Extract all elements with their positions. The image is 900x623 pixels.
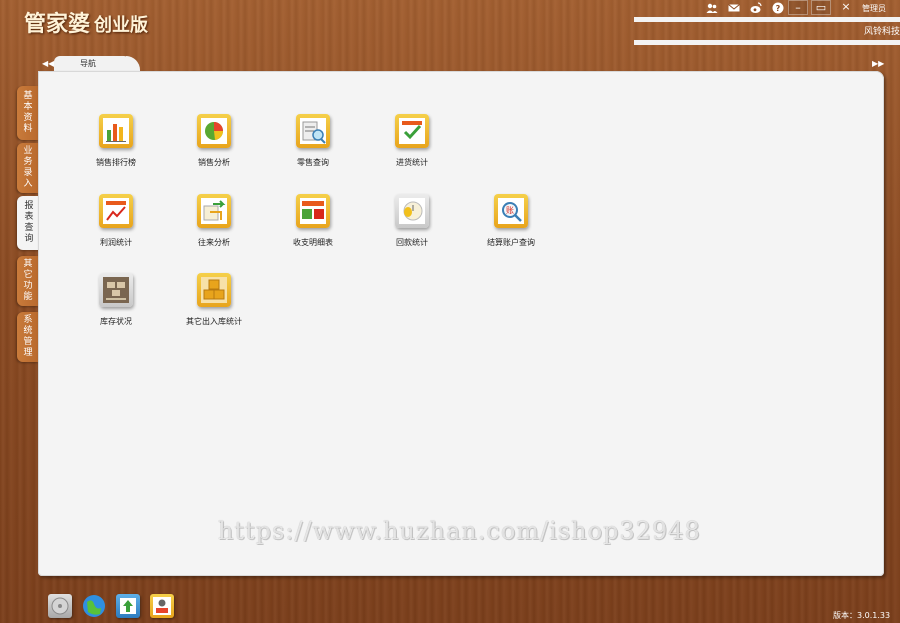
tab-navigation[interactable]: 导航 [54,56,140,72]
grid-item-label: 结算账户查询 [487,238,535,247]
header-strip-bottom [634,40,900,45]
grid-item-payment-stats[interactable]: 回款统计 [362,194,462,248]
user-label: 管理员 [862,4,886,13]
users-icon[interactable] [706,2,718,14]
close-button[interactable]: × [836,0,856,15]
company-name: 风铃科技 [864,27,900,37]
grid-item-label: 零售查询 [297,158,329,167]
pie-chart-icon [197,114,231,148]
grid-item-label: 利润统计 [100,238,132,247]
ledger-icon [296,194,330,228]
bar-chart-icon [99,114,133,148]
checklist-icon [395,114,429,148]
upload-icon[interactable] [116,594,140,618]
side-tab-system-management[interactable]: 系统管理 [17,312,39,362]
grid-item-other-inout-stats[interactable]: 其它出入库统计 [164,273,264,327]
receipt-search-icon [296,114,330,148]
side-tab-other-functions[interactable]: 其它功能 [17,256,39,306]
transfer-icon [197,194,231,228]
grid-item-label: 库存状况 [100,317,132,326]
header-toolbar: ? [706,0,784,16]
side-tab-basic-data[interactable]: 基本资料 [17,86,39,140]
grid-item-account-query[interactable]: 账 结算账户查询 [461,194,561,248]
grid-item-transaction-analysis[interactable]: 往来分析 [164,194,264,248]
grid-item-label: 往来分析 [198,238,230,247]
side-tab-business-entry[interactable]: 业务录入 [17,143,39,193]
grid-item-retail-query[interactable]: 零售查询 [263,114,363,168]
grid-item-income-expense[interactable]: 收支明细表 [263,194,363,248]
mail-icon[interactable] [728,2,740,14]
tab-prev-icon[interactable]: ◀◀ [42,59,54,68]
grid-item-purchase-stats[interactable]: 进货统计 [362,114,462,168]
globe-icon[interactable] [82,594,106,618]
restore-button[interactable]: ▭ [811,0,831,15]
account-search-icon: 账 [494,194,528,228]
app-title: 管家婆 创业版 [24,6,148,38]
header-strip-top [634,17,900,22]
stock-pallet-icon [99,273,133,307]
clock-money-icon [395,194,429,228]
grid-item-label: 回款统计 [396,238,428,247]
grid-item-sales-ranking[interactable]: 销售排行榜 [66,114,166,168]
user-switch-icon[interactable] [150,594,174,618]
grid-item-label: 进货统计 [396,158,428,167]
boxes-icon [197,273,231,307]
weibo-icon[interactable] [750,2,762,14]
watermark-text: https://www.huzhan.com/ishop32948 [218,517,701,545]
grid-item-label: 收支明细表 [293,238,333,247]
svg-text:账: 账 [506,206,514,215]
grid-item-profit-stats[interactable]: 利润统计 [66,194,166,248]
tab-row: ◀◀ 导航 ▶▶ [40,56,886,72]
svg-text:?: ? [776,4,781,13]
grid-item-label: 销售排行榜 [96,158,136,167]
grid-item-label: 销售分析 [198,158,230,167]
app-title-main: 管家婆 [24,12,91,37]
app-title-edition: 创业版 [94,15,149,36]
help-icon[interactable]: ? [772,2,784,14]
profit-trend-icon [99,194,133,228]
grid-item-label: 其它出入库统计 [186,317,242,326]
grid-item-sales-analysis[interactable]: 销售分析 [164,114,264,168]
grid-item-stock-status[interactable]: 库存状况 [66,273,166,327]
tab-next-icon[interactable]: ▶▶ [872,59,884,68]
version-label: 版本：3.0.1.33 [833,611,891,620]
minimize-button[interactable]: – [788,0,808,15]
disc-icon[interactable] [48,594,72,618]
